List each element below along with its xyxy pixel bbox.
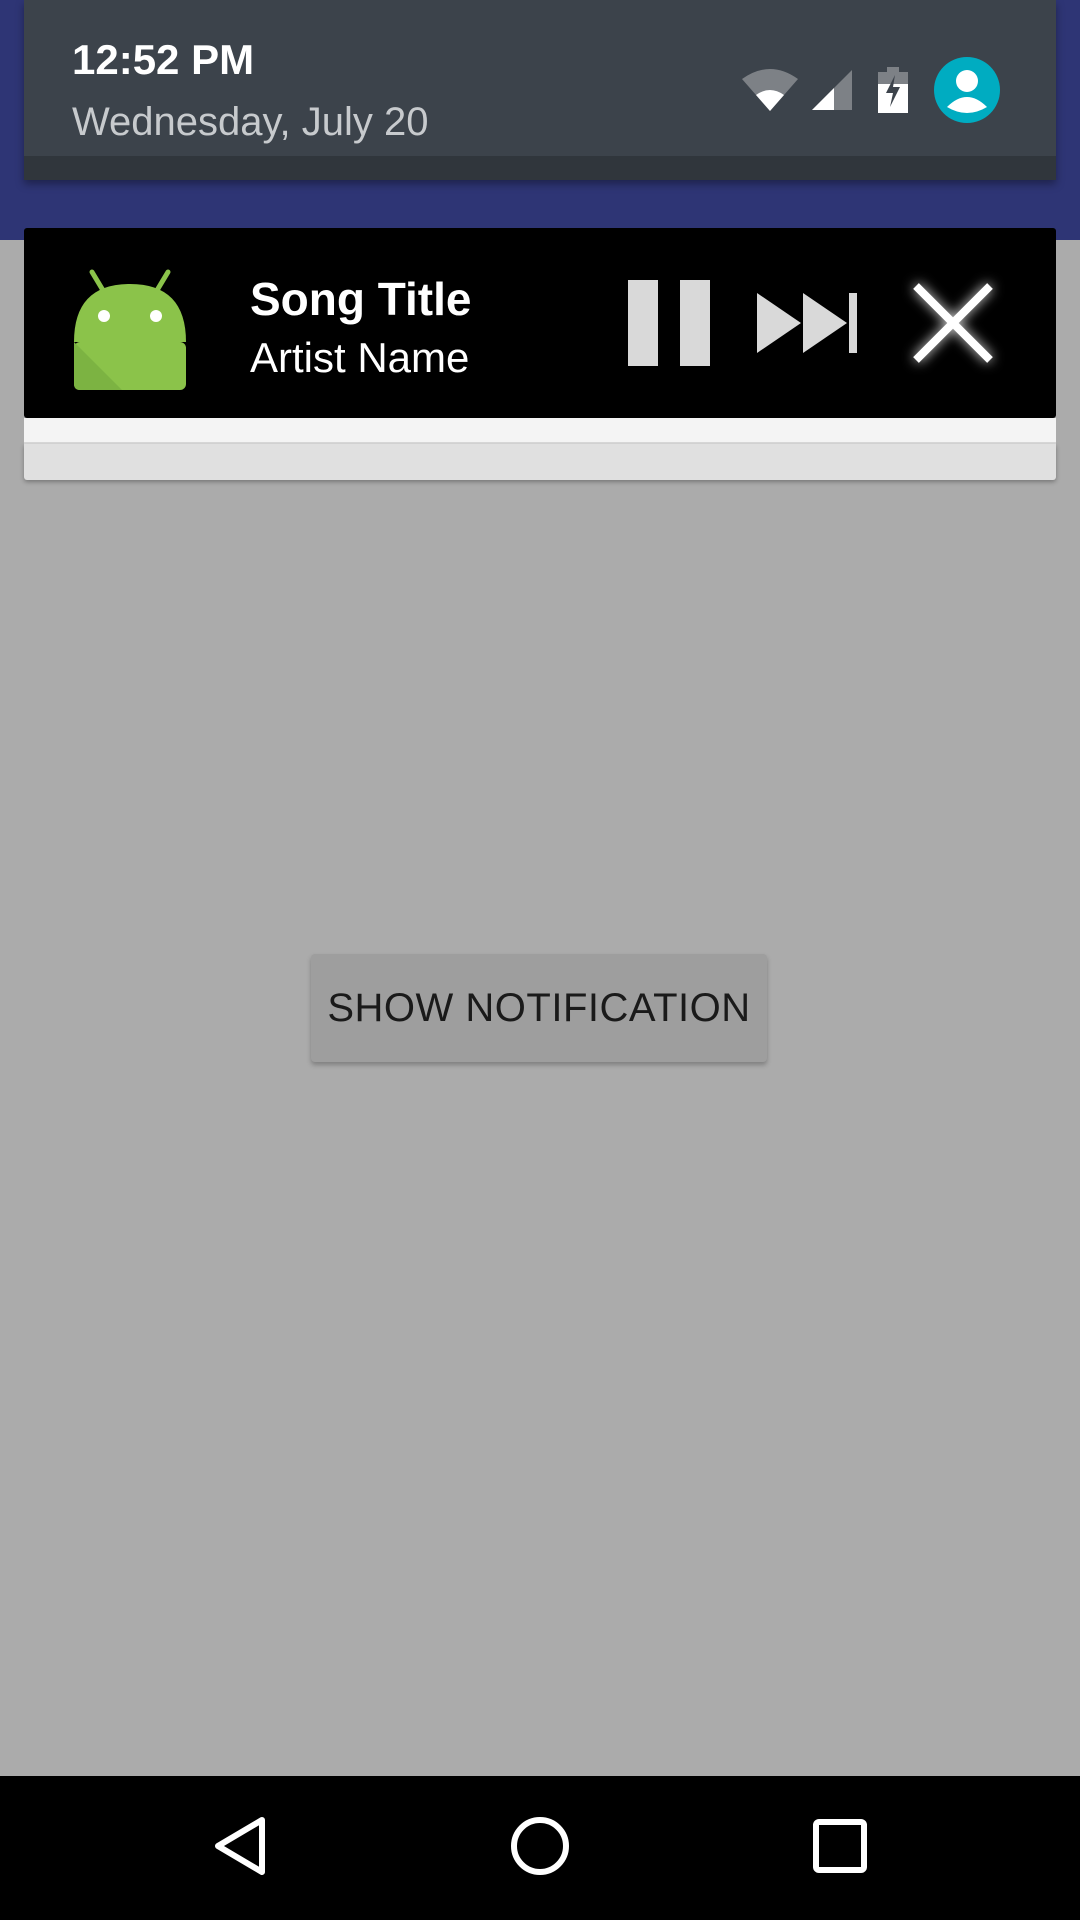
close-icon [910,280,996,371]
pause-button[interactable] [614,270,724,380]
media-notification[interactable]: Song Title Artist Name [24,228,1056,418]
home-icon [510,1816,570,1881]
show-notification-button[interactable]: SHOW NOTIFICATION [311,954,767,1062]
clock: 12:52 PM [72,36,255,83]
close-button[interactable] [898,270,1008,380]
battery-charging-icon [878,67,908,113]
notification-stack-card [24,418,1056,444]
pause-icon [626,279,712,371]
artist-name: Artist Name [250,334,470,381]
home-button[interactable] [490,1798,590,1898]
notification-stack-card [24,444,1056,480]
date: Wednesday, July 20 [72,100,429,144]
header-divider [24,156,1056,180]
android-robot-icon [60,262,200,392]
song-title: Song Title [250,273,472,325]
cell-signal-icon [810,68,854,112]
navigation-bar [0,1776,1080,1920]
wifi-icon [740,67,800,113]
quick-settings-header[interactable]: 12:52 PM Wednesday, July 20 [24,0,1056,180]
recents-icon [813,1818,867,1878]
skip-next-button[interactable] [754,270,864,380]
user-avatar-icon[interactable] [934,57,1000,123]
status-icons [740,56,1000,124]
recents-button[interactable] [790,1798,890,1898]
back-icon [212,1816,268,1881]
skip-next-icon [757,291,861,360]
back-button[interactable] [190,1798,290,1898]
